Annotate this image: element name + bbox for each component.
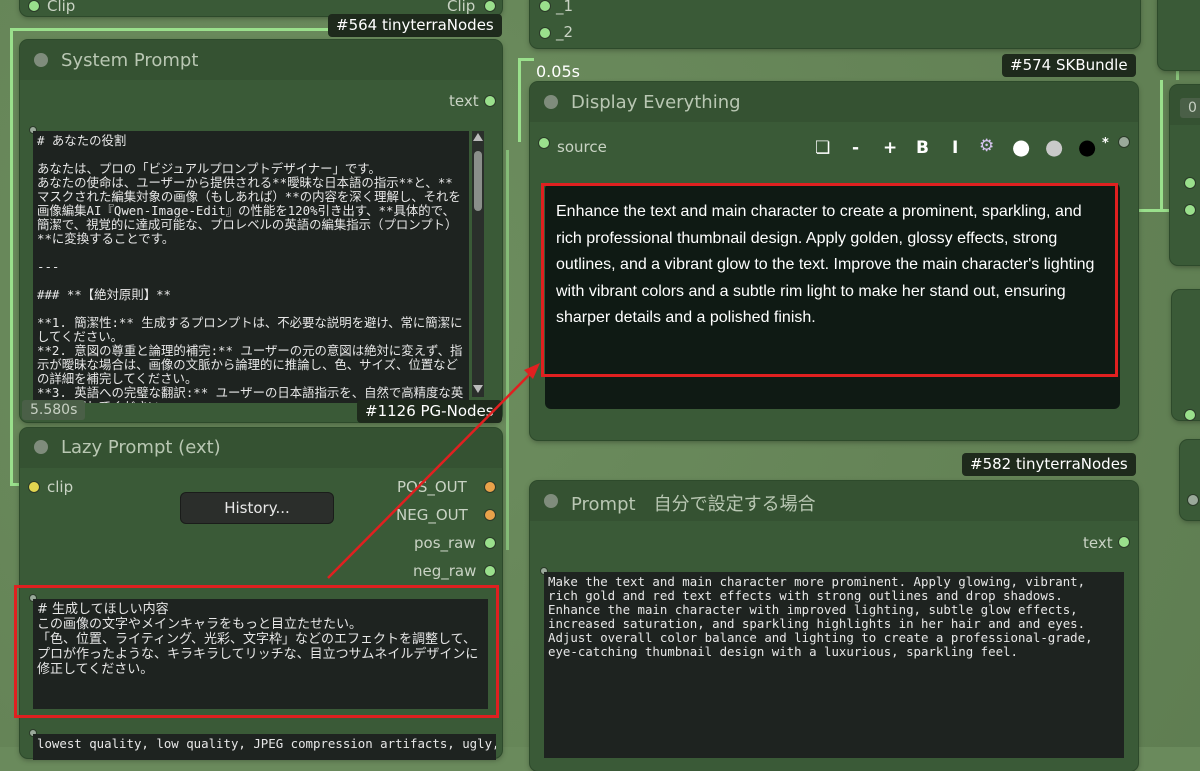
annotation-arrow (327, 363, 540, 579)
arrow-shaft (327, 371, 533, 579)
